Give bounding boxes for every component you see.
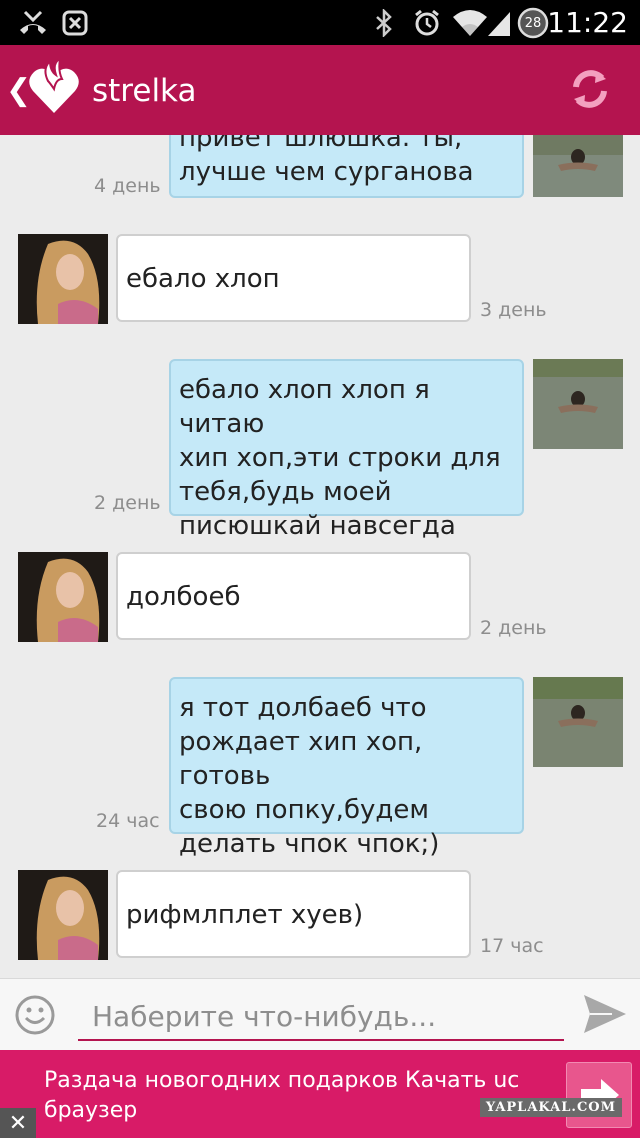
message-time: 3 день [480,299,547,321]
watermark: YAPLAKAL.COM [479,1098,622,1117]
signal-icon [486,8,512,38]
message-bubble-outgoing[interactable]: привет шлюшка. ты, лучше чем сурганова [169,135,524,198]
ad-banner[interactable]: Раздача новогодних подарков Качать uc бр… [0,1050,640,1138]
message-line: привет шлюшка. ты, [179,135,463,153]
contact-name: strelka [92,73,197,109]
avatar-contact[interactable] [18,870,108,960]
message-line: ебало хлоп хлоп я читаю [179,375,430,439]
message-bubble-outgoing[interactable]: ебало хлоп хлоп я читаю хип хоп,эти стро… [169,359,524,541]
message-line: писюшкай навсегда [179,511,456,541]
battery-level: 28 [524,15,542,31]
message-bubble-incoming[interactable]: ебало хлоп [116,234,471,322]
message-line: ебало хлоп [126,264,280,294]
emoji-icon[interactable] [14,994,56,1036]
message-line: долбоеб [126,582,241,612]
message-line: хип хоп,эти строки для [179,443,501,473]
message-line: рифмлплет хуев) [126,900,364,930]
clock: 11:22 [547,6,628,39]
app-bar: ❮ strelka [0,45,640,135]
message-bubble-outgoing[interactable]: я тот долбаеб что рождает хип хоп, готов… [169,677,524,859]
status-bar: 28 11:22 [0,0,640,45]
message-line: лучше чем сурганова [179,157,474,187]
message-line: свою попку,будем [179,795,429,825]
avatar-self[interactable] [533,135,623,197]
message-time: 2 день [480,617,547,639]
message-time: 2 день [94,492,161,514]
message-line: я тот долбаеб что [179,693,427,723]
send-icon[interactable] [582,993,628,1035]
avatar-self[interactable] [533,677,623,767]
refresh-icon[interactable] [568,67,612,111]
ad-arrow-icon[interactable] [566,1062,632,1128]
message-list[interactable]: привет шлюшка. ты, лучше чем сурганова 4… [0,135,640,978]
message-input[interactable] [78,993,564,1041]
alarm-icon [412,8,442,38]
avatar-self[interactable] [533,359,623,449]
message-time: 17 час [480,935,544,957]
ad-text[interactable]: Раздача новогодних подарков Качать uc бр… [44,1066,544,1126]
avatar-contact[interactable] [18,552,108,642]
message-line: рождает хип хоп, готовь [179,727,423,791]
heart-logo-icon[interactable] [28,57,80,115]
composer-bar [0,978,640,1050]
avatar-contact[interactable] [18,234,108,324]
message-line: делать чпок чпок;) [179,829,440,859]
screenshot-icon [60,8,90,38]
message-line: тебя,будь моей [179,477,392,507]
bluetooth-icon [372,8,396,38]
message-bubble-incoming[interactable]: долбоеб [116,552,471,640]
message-time: 24 час [96,810,160,832]
ad-close-button[interactable]: ✕ [0,1108,36,1138]
message-bubble-incoming[interactable]: рифмлплет хуев) [116,870,471,958]
missed-call-icon [16,8,50,38]
wifi-icon [452,8,488,38]
message-time: 4 день [94,175,161,197]
